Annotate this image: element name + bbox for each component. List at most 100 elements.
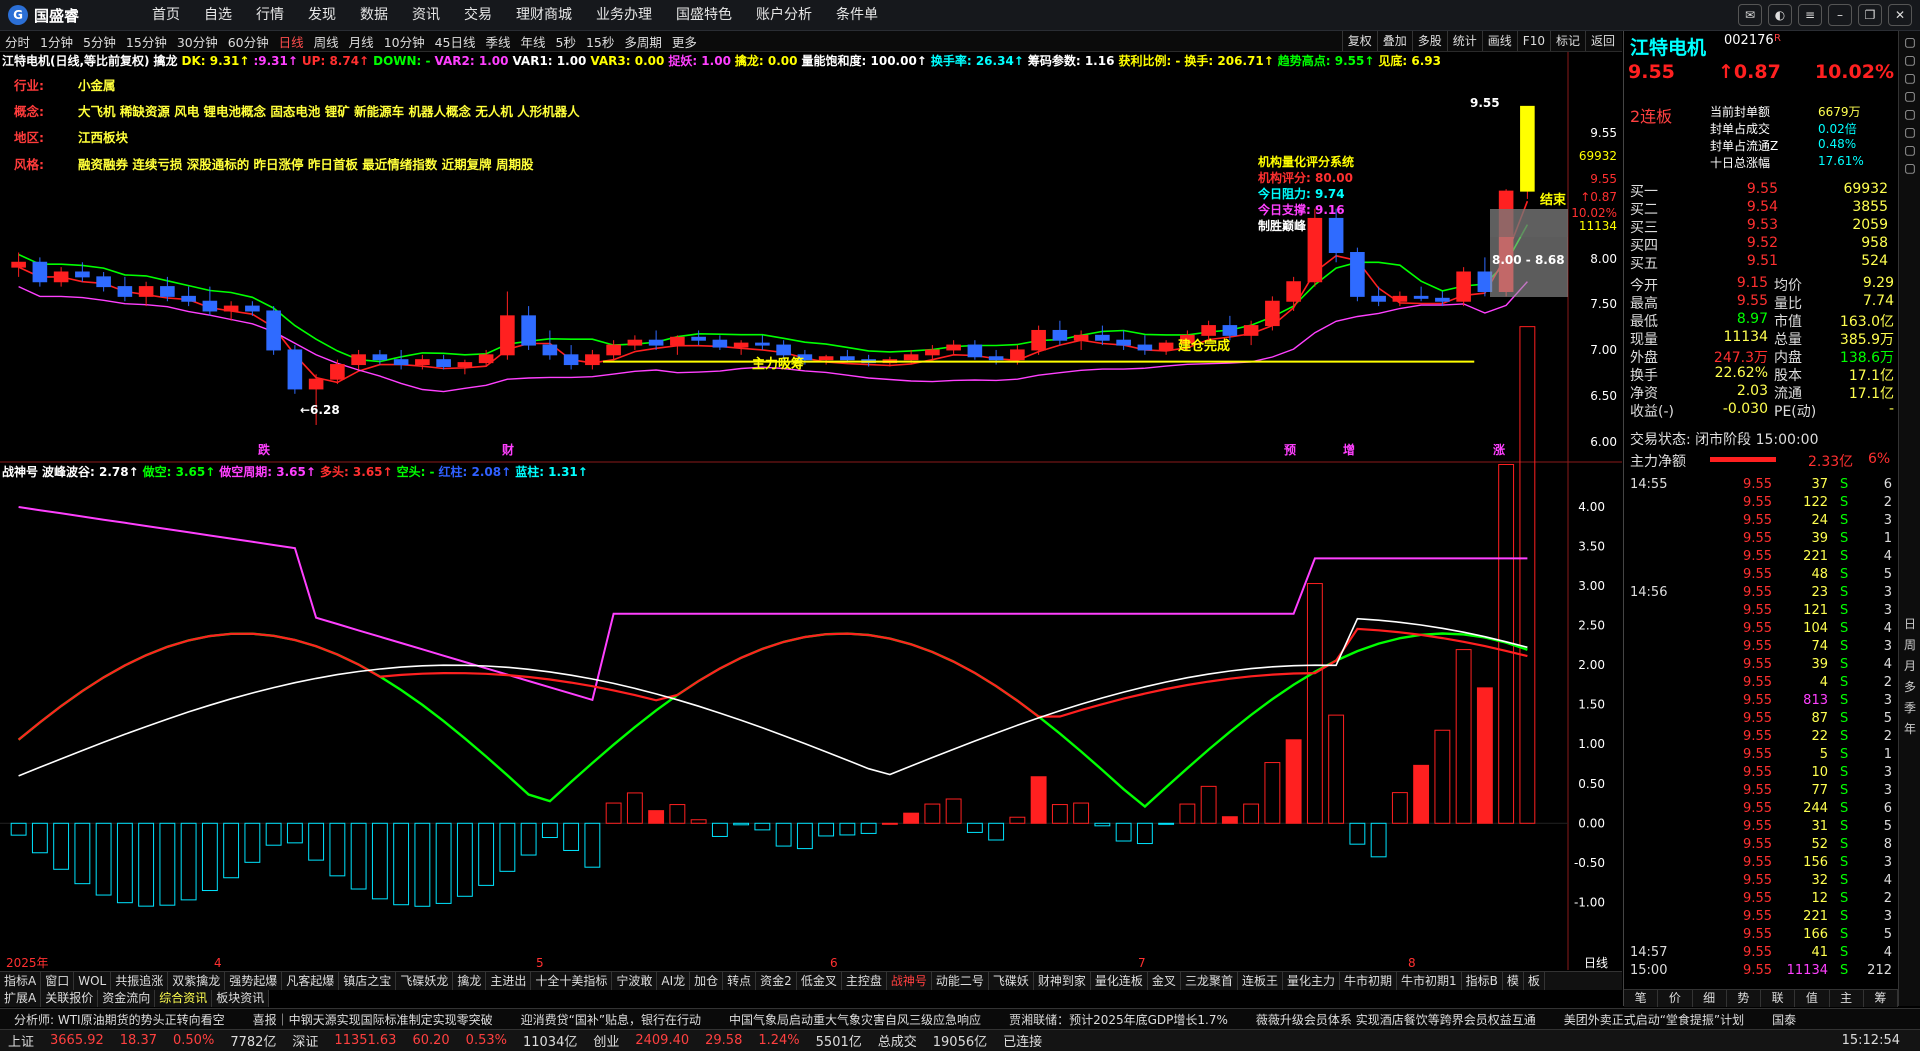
indicator-tab[interactable]: 三龙聚首 — [1181, 972, 1238, 990]
tool-icon[interactable]: ▢ — [1899, 71, 1920, 85]
period-tab[interactable]: 30分钟 — [172, 32, 223, 51]
period-tab[interactable]: 周线 — [309, 32, 344, 51]
tool-icon[interactable]: ▢ — [1899, 35, 1920, 49]
indicator-tab[interactable]: 共振追涨 — [111, 972, 169, 990]
nav-item[interactable]: 国盛特色 — [664, 0, 744, 30]
period-tab[interactable]: 多周期 — [619, 32, 667, 51]
kline-chart-area[interactable]: 9.55 ←6.28 8.00 - 8.68 主力吸筹 建仓完成 结束 机构量化评分系统机构… — [0, 52, 1622, 970]
quote-tab[interactable]: 联 — [1761, 990, 1796, 1007]
indicator-tab[interactable]: 模 — [1503, 972, 1524, 990]
period-tab[interactable]: 45日线 — [430, 32, 481, 51]
nav-item[interactable]: 行情 — [244, 0, 296, 30]
nav-item[interactable]: 理财商城 — [504, 0, 584, 30]
period-tab[interactable]: 分时 — [0, 32, 35, 51]
info-tab[interactable]: 综合资讯 — [155, 990, 213, 1007]
info-tab[interactable]: 板块资讯 — [212, 990, 270, 1007]
indicator-tab[interactable]: 战神号 — [887, 972, 932, 990]
skin-icon[interactable]: ◐ — [1768, 4, 1792, 26]
period-tab[interactable]: 5秒 — [551, 32, 581, 51]
side-period-tab[interactable]: 周 — [1899, 636, 1920, 653]
period-tab[interactable]: 10分钟 — [379, 32, 430, 51]
indicator-tab[interactable]: 量化主力 — [1283, 972, 1340, 990]
indicator-tab[interactable]: 主控盘 — [842, 972, 887, 990]
indicator-tab[interactable]: 动能二号 — [932, 972, 989, 990]
tool-icon[interactable]: ▢ — [1899, 89, 1920, 103]
indicator-tab[interactable]: 财神到家 — [1034, 972, 1091, 990]
nav-item[interactable]: 资讯 — [400, 0, 452, 30]
tool-icon[interactable]: ▢ — [1899, 125, 1920, 139]
indicator-tab[interactable]: AI龙 — [657, 972, 691, 990]
nav-item[interactable]: 自选 — [192, 0, 244, 30]
indicator-tab[interactable]: 牛市初期1 — [1397, 972, 1462, 990]
chart-tool-button[interactable]: F10 — [1516, 31, 1550, 51]
indicator-tab[interactable]: 金叉 — [1148, 972, 1181, 990]
side-period-tab[interactable]: 日 — [1899, 615, 1920, 632]
news-item[interactable]: 中国气象局启动重大气象灾害自风三级应急响应 — [729, 1011, 981, 1028]
app-logo[interactable]: G 国盛睿 — [8, 4, 79, 26]
indicator-tab[interactable]: 强势起爆 — [225, 972, 283, 990]
chart-tool-button[interactable]: 统计 — [1446, 31, 1482, 51]
news-item[interactable]: 国泰 — [1772, 1011, 1796, 1028]
period-tab[interactable]: 日线 — [274, 32, 309, 51]
side-period-tab[interactable]: 多 — [1899, 678, 1920, 695]
news-item[interactable]: 喜报｜中钢天源实现国际标准制定实现零突破 — [253, 1011, 493, 1028]
period-tab[interactable]: 60分钟 — [223, 32, 274, 51]
nav-item[interactable]: 首页 — [140, 0, 192, 30]
chart-tool-button[interactable]: 标记 — [1549, 31, 1585, 51]
info-tab[interactable]: 扩展A — [0, 990, 42, 1007]
news-item[interactable]: 美团外卖正式启动“堂食提振”计划 — [1564, 1011, 1744, 1028]
chart-tool-button[interactable]: 多股 — [1411, 31, 1447, 51]
indicator-tab[interactable]: WOL — [74, 972, 112, 990]
info-tab[interactable]: 资金流向 — [98, 990, 156, 1007]
chart-tool-button[interactable]: 画线 — [1481, 31, 1517, 51]
quote-tab[interactable]: 值 — [1795, 990, 1830, 1007]
indicator-tab[interactable]: 凡客起爆 — [282, 972, 340, 990]
tool-icon[interactable]: ▢ — [1899, 161, 1920, 175]
indicator-tab[interactable]: 飞碟妖龙 — [396, 972, 454, 990]
side-period-tab[interactable]: 年 — [1899, 720, 1920, 737]
indicator-tab[interactable]: 资金2 — [756, 972, 797, 990]
quote-tab[interactable]: 筹 — [1864, 990, 1898, 1007]
period-tab[interactable]: 15秒 — [581, 32, 619, 51]
indicator-tab[interactable]: 擒龙 — [453, 972, 487, 990]
quote-tab[interactable]: 细 — [1693, 990, 1727, 1007]
nav-item[interactable]: 数据 — [348, 0, 400, 30]
indicator-tab[interactable]: 连板王 — [1238, 972, 1283, 990]
nav-item[interactable]: 条件单 — [824, 0, 890, 30]
side-period-tab[interactable]: 月 — [1899, 657, 1920, 674]
indicator-tab[interactable]: 十全十美指标 — [531, 972, 613, 990]
indicator-tab[interactable]: 加仓 — [690, 972, 724, 990]
info-tab[interactable]: 关联报价 — [41, 990, 99, 1007]
indicator-tab[interactable]: 板 — [1524, 972, 1545, 990]
period-tab[interactable]: 5分钟 — [78, 32, 121, 51]
restore-icon[interactable]: ❐ — [1858, 4, 1882, 26]
tool-icon[interactable]: ▢ — [1899, 107, 1920, 121]
nav-item[interactable]: 发现 — [296, 0, 348, 30]
quote-tab[interactable]: 势 — [1727, 990, 1761, 1007]
quote-tab[interactable]: 主 — [1830, 990, 1864, 1007]
indicator-tab[interactable]: 飞碟妖 — [989, 972, 1034, 990]
chart-tool-button[interactable]: 叠加 — [1376, 31, 1412, 51]
period-tab[interactable]: 1分钟 — [35, 32, 78, 51]
indicator-tab[interactable]: 指标B — [1462, 972, 1503, 990]
indicator-tab[interactable]: 镇店之宝 — [339, 972, 397, 990]
tool-icon[interactable]: ▢ — [1899, 143, 1920, 157]
period-tab[interactable]: 更多 — [667, 32, 702, 51]
indicator-tab[interactable]: 指标A — [0, 972, 42, 990]
period-tab[interactable]: 月线 — [344, 32, 379, 51]
indicator-tab[interactable]: 低金叉 — [797, 972, 842, 990]
menu-icon[interactable]: ≡ — [1798, 4, 1822, 26]
news-item[interactable]: 薇薇升级会员体系 实现酒店餐饮等跨界会员权益互通 — [1256, 1011, 1536, 1028]
nav-item[interactable]: 交易 — [452, 0, 504, 30]
minimize-icon[interactable]: – — [1828, 4, 1852, 26]
indicator-tab[interactable]: 双紫擒龙 — [168, 972, 226, 990]
indicator-tab[interactable]: 宁波敢 — [612, 972, 658, 990]
news-item[interactable]: 分析师: WTI原油期货的势头正转向看空 — [14, 1011, 225, 1028]
period-tab[interactable]: 年线 — [516, 32, 551, 51]
indicator-tab[interactable]: 转点 — [723, 972, 757, 990]
close-icon[interactable]: ✕ — [1888, 4, 1912, 26]
indicator-tab[interactable]: 牛市初期 — [1340, 972, 1397, 990]
period-tab[interactable]: 15分钟 — [121, 32, 172, 51]
quote-tab[interactable]: 笔 — [1624, 990, 1659, 1007]
news-item[interactable]: 贾湘联储：预计2025年底GDP增长1.7% — [1009, 1011, 1228, 1028]
